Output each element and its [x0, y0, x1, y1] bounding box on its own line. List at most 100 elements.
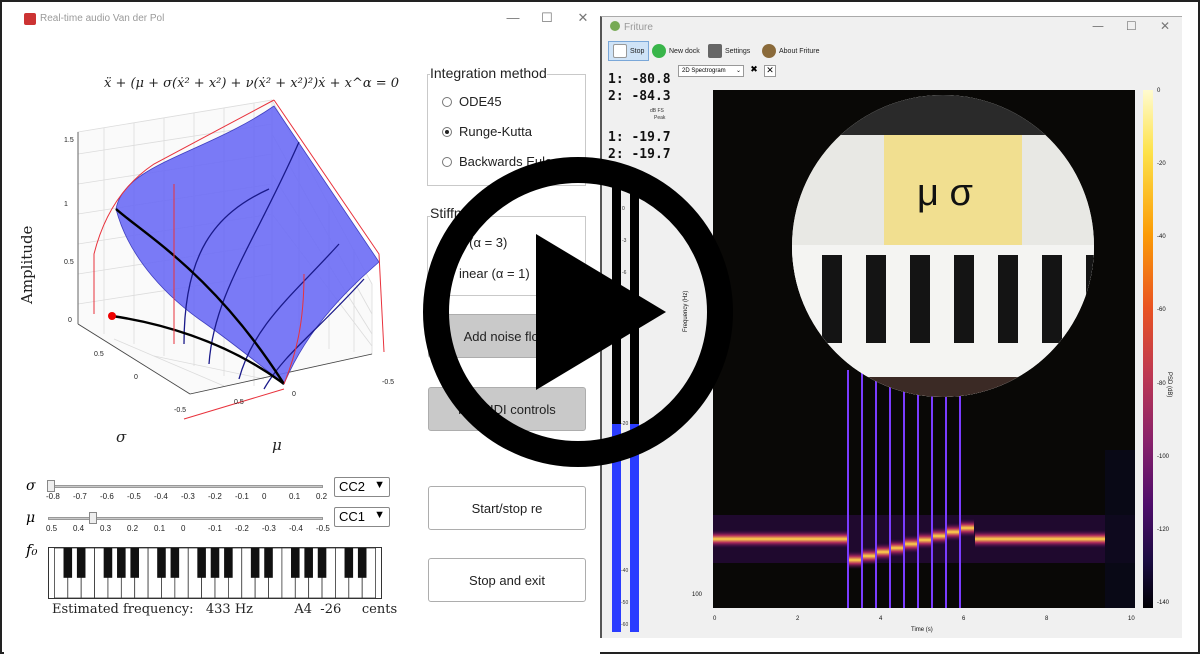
black-key[interactable] — [210, 548, 220, 578]
note-band — [848, 551, 862, 569]
minimize-icon[interactable]: — — [1092, 19, 1104, 33]
slider-tick-label: -0.2 — [208, 492, 222, 501]
minimize-icon[interactable]: — — [504, 10, 522, 25]
note-band — [918, 531, 932, 549]
black-key[interactable] — [117, 548, 126, 578]
estimated-cents: -26 — [320, 602, 342, 617]
note-band — [960, 519, 974, 537]
sigma-slider-thumb[interactable] — [47, 480, 55, 492]
dock-close-icon[interactable]: ✕ — [764, 65, 776, 77]
black-key[interactable] — [170, 548, 180, 578]
estimated-frequency-line: Estimated frequency: 433 Hz A4 -26 cents — [52, 602, 397, 617]
estimated-freq: 433 Hz — [205, 602, 254, 617]
friture-toolbar: Stop New dock Settings About Friture — [604, 39, 1178, 63]
black-key[interactable] — [103, 548, 113, 578]
settings-label: Settings — [725, 47, 751, 55]
rms-unit: dB FS — [650, 108, 664, 114]
piano-photo: μ σ — [792, 95, 1094, 397]
slider-tick-label: -0.5 — [316, 524, 330, 533]
friture-window-title: Friture — [624, 22, 653, 33]
cents-label: cents — [361, 602, 398, 617]
black-key[interactable] — [304, 548, 313, 578]
black-key[interactable] — [250, 548, 260, 578]
maximize-icon[interactable]: ☐ — [1126, 19, 1137, 33]
spectrogram-xtick: 4 — [879, 616, 883, 622]
slider-tick-label: -0.4 — [289, 524, 303, 533]
mu-cc-value: CC1 — [339, 509, 366, 524]
black-key[interactable] — [357, 548, 367, 578]
piano-keyboard[interactable] — [48, 547, 382, 599]
black-key[interactable] — [344, 548, 354, 578]
sigma-cc-value: CC2 — [339, 479, 366, 494]
photo-black-key — [822, 255, 842, 343]
colorbar-tick: -80 — [1157, 380, 1166, 387]
colorbar-label: PSD (dB) — [1166, 372, 1172, 398]
close-icon[interactable]: ✕ — [574, 10, 592, 26]
black-key[interactable] — [197, 548, 206, 578]
new-dock-label: New dock — [669, 47, 700, 55]
mu-symbol: μ — [26, 510, 36, 526]
play-icon — [536, 234, 666, 390]
note-card-text: μ σ — [917, 172, 973, 214]
amplitude-axis-label: Amplitude — [18, 225, 36, 304]
stop-button[interactable]: Stop — [608, 41, 650, 61]
black-key[interactable] — [130, 548, 139, 578]
settings-button[interactable]: Settings — [708, 41, 750, 61]
colorbar-tick: -120 — [1157, 526, 1170, 533]
slider-tick-label: -0.4 — [154, 492, 168, 501]
black-key[interactable] — [224, 548, 233, 578]
z-tick: 0.5 — [64, 259, 74, 266]
vdp-window-title: Real-time audio Van der Pol — [40, 13, 165, 24]
tools-icon — [708, 44, 722, 58]
slider-tick-label: -0.3 — [262, 524, 276, 533]
stop-and-exit-button[interactable]: Stop and exit — [428, 558, 586, 602]
sigma-slider-row: σ -0.8 -0.7 -0.6 -0.5 -0.4 -0.3 -0.2 -0.1 0 0.1 0.… — [26, 478, 327, 501]
matlab-app-icon — [24, 13, 36, 25]
peak-level-1: 1: -19.7 — [608, 130, 671, 145]
mu-slider-thumb[interactable] — [89, 512, 97, 524]
colorbar-tick: -100 — [1157, 453, 1170, 460]
dock-settings-icon[interactable]: ✖ — [748, 65, 760, 77]
black-key[interactable] — [157, 548, 166, 578]
maximize-icon[interactable]: ☐ — [538, 10, 556, 26]
slider-tick-label: -0.2 — [235, 524, 249, 533]
radio-dot-selected — [442, 127, 452, 137]
slider-tick-label: -0.1 — [208, 524, 222, 533]
black-key[interactable] — [264, 548, 273, 578]
rms-level-2: 2: -84.3 — [608, 89, 671, 104]
y-tick: -0.5 — [382, 379, 394, 386]
photo-black-key — [866, 255, 886, 343]
slider-tick-label: 0.2 — [127, 524, 139, 533]
note-band — [862, 547, 876, 565]
x-tick: 0.5 — [94, 351, 104, 358]
note-band — [876, 543, 890, 561]
y-tick: 0.5 — [234, 399, 244, 406]
black-key[interactable] — [63, 548, 73, 578]
colorbar-tick: 0 — [1157, 88, 1161, 94]
sigma-cc-select[interactable]: CC2 ▼ — [334, 477, 390, 497]
radio-runge-kutta[interactable]: Runge-Kutta — [442, 124, 532, 139]
radio-ode45[interactable]: ODE45 — [442, 94, 502, 109]
y-tick: 0 — [292, 391, 296, 398]
about-friture-button[interactable]: About Friture — [762, 41, 819, 61]
black-key[interactable] — [291, 548, 300, 578]
new-dock-button[interactable]: New dock — [652, 41, 700, 61]
camera-inset: μ σ — [792, 95, 1094, 397]
bifurcation-plot[interactable]: 1.5 1 0.5 0 0.5 0 -0.5 0.5 0 -0.5 — [34, 94, 404, 454]
start-stop-recording-button[interactable]: Start/stop re — [428, 486, 586, 530]
mu-cc-select[interactable]: CC1 ▼ — [334, 507, 390, 527]
black-key[interactable] — [317, 548, 327, 578]
dock-type-select[interactable]: 2D Spectrogram ⌄ — [678, 65, 744, 77]
mu-slider[interactable] — [48, 512, 323, 524]
friture-app-icon — [610, 21, 620, 31]
sigma-slider[interactable] — [47, 480, 323, 492]
slider-tick-label: -0.1 — [235, 492, 249, 501]
close-icon[interactable]: ✕ — [1160, 19, 1170, 33]
dropdown-arrow-icon: ▼ — [374, 479, 385, 491]
peak-kind: Peak — [654, 115, 666, 121]
note-band — [946, 523, 960, 541]
sigma-symbol: σ — [26, 478, 36, 494]
note-band — [890, 539, 904, 557]
black-key[interactable] — [76, 548, 86, 578]
play-button[interactable] — [418, 152, 738, 472]
